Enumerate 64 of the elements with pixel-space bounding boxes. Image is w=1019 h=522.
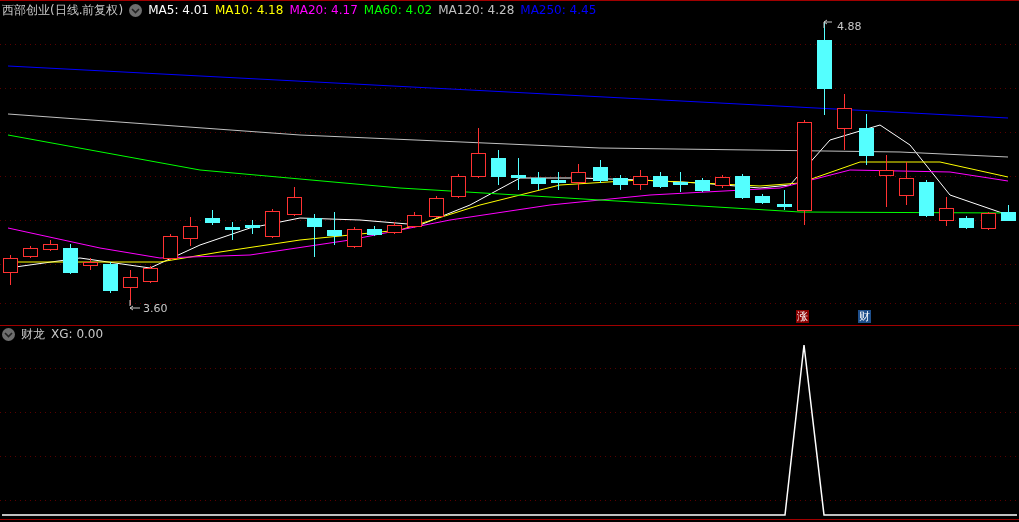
candlestick — [551, 171, 566, 191]
candlestick — [735, 173, 750, 200]
candlestick — [307, 213, 322, 258]
candlestick — [83, 257, 98, 271]
candlestick — [451, 173, 466, 199]
dropdown-button[interactable] — [2, 328, 15, 341]
candlestick — [367, 225, 382, 237]
candlestick — [571, 163, 586, 191]
indicator-value: XG: 0.00 — [51, 327, 104, 342]
low-pointer-icon — [129, 299, 141, 311]
candlestick — [3, 254, 18, 286]
candlestick — [43, 239, 58, 252]
candlestick — [1001, 204, 1016, 222]
signal-marker: 涨 — [796, 310, 809, 323]
candlestick — [695, 177, 710, 193]
candlestick — [919, 179, 934, 218]
candlestick — [859, 113, 874, 166]
high-price-label: 4.88 — [837, 20, 862, 33]
candlestick — [511, 157, 526, 191]
candlestick — [837, 93, 852, 151]
candlestick — [347, 226, 362, 249]
candlestick — [613, 174, 628, 191]
candlestick — [633, 169, 648, 191]
candlestick — [879, 154, 894, 208]
candlestick — [593, 159, 608, 184]
chart-title: 西部创业(日线.前复权) — [2, 3, 124, 18]
candlestick — [981, 211, 996, 231]
candlestick — [491, 149, 506, 186]
candlestick — [755, 193, 770, 205]
candlestick — [429, 195, 444, 219]
candlestick — [959, 215, 974, 230]
signal-marker: 财 — [858, 310, 871, 323]
candlestick — [715, 174, 730, 189]
candlestick — [265, 208, 280, 239]
candlestick — [327, 211, 342, 246]
candlestick — [245, 219, 260, 235]
candlestick — [939, 196, 954, 227]
candlestick — [103, 261, 118, 294]
candlestick — [471, 127, 486, 179]
dropdown-button[interactable] — [129, 4, 143, 17]
candlestick — [63, 243, 78, 275]
candlestick — [23, 245, 38, 259]
candlestick — [143, 265, 158, 284]
candlestick — [387, 221, 402, 235]
indicator-title: 财龙 — [21, 327, 45, 342]
moving-average-value: MA250: 4.45 — [520, 3, 597, 18]
candlestick — [287, 186, 302, 217]
candlestick — [225, 221, 240, 241]
candlestick — [163, 233, 178, 261]
candlestick — [673, 171, 688, 193]
candlestick — [407, 211, 422, 229]
low-price-label: 3.60 — [143, 302, 168, 315]
high-pointer-icon — [823, 19, 833, 29]
candlestick — [183, 216, 198, 247]
candlestick — [205, 209, 220, 226]
moving-average-value: MA20: 4.17 — [289, 3, 358, 18]
candlestick — [899, 161, 914, 206]
candlestick — [653, 171, 668, 189]
moving-average-value: MA60: 4.02 — [363, 3, 433, 18]
moving-average-value: MA10: 4.18 — [214, 3, 284, 18]
moving-average-value: MA120: 4.28 — [438, 3, 515, 18]
candlestick — [777, 189, 792, 211]
candlestick — [531, 171, 546, 191]
moving-average-value: MA5: 4.01 — [148, 3, 209, 18]
